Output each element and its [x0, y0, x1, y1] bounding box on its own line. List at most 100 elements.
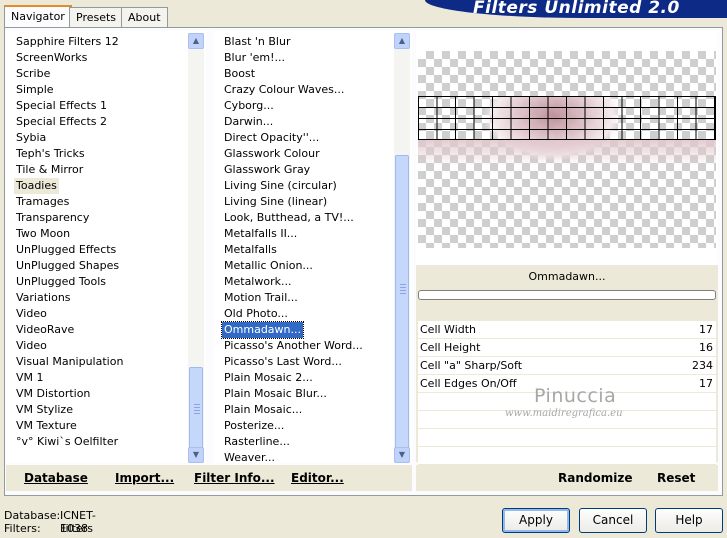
param-value[interactable]: 16: [699, 339, 713, 357]
list-item[interactable]: Look, Butthead, a TV!...: [222, 210, 356, 226]
param-row-empty: [418, 447, 716, 465]
list-item[interactable]: Metalfalls II...: [222, 226, 299, 242]
list-item[interactable]: Motion Trail...: [222, 290, 300, 306]
list-item[interactable]: °v° Kiwi`s Oelfilter: [14, 434, 120, 450]
list-item[interactable]: Boost: [222, 66, 257, 82]
list-item[interactable]: Sapphire Filters 12: [14, 34, 121, 50]
list-item[interactable]: Darwin...: [222, 114, 275, 130]
scroll-thumb[interactable]: [189, 367, 203, 451]
editor-button[interactable]: Editor...: [291, 465, 344, 491]
list-item[interactable]: Old Photo...: [222, 306, 290, 322]
tab-about[interactable]: About: [121, 7, 168, 27]
tab-presets[interactable]: Presets: [69, 7, 124, 27]
list-item[interactable]: Glasswork Colour: [222, 146, 322, 162]
scroll-up-icon[interactable]: ▲: [394, 33, 410, 49]
param-row[interactable]: Cell Width 17: [418, 321, 716, 339]
scroll-down-icon[interactable]: ▼: [188, 447, 204, 463]
param-row[interactable]: Cell "a" Sharp/Soft 234: [418, 357, 716, 375]
list-item[interactable]: Ommadawn...: [220, 321, 305, 339]
list-item[interactable]: Metalwork...: [222, 274, 293, 290]
right-toolbar: Randomize Reset: [416, 465, 718, 491]
database-button[interactable]: Database: [24, 465, 88, 491]
watermark-name: Pinuccia: [534, 385, 617, 407]
list-item[interactable]: Living Sine (linear): [222, 194, 329, 210]
list-item[interactable]: UnPlugged Tools: [14, 274, 108, 290]
reset-button[interactable]: Reset: [657, 465, 695, 491]
list-item[interactable]: VideoRave: [14, 322, 76, 338]
param-row-empty: [418, 429, 716, 447]
scroll-down-icon[interactable]: ▼: [394, 447, 410, 463]
watermark-url: www.maidiregrafica.eu: [505, 408, 623, 419]
param-value[interactable]: 17: [699, 375, 713, 393]
list-item[interactable]: Direct Opacity''...: [222, 130, 321, 146]
scroll-up-icon[interactable]: ▲: [188, 33, 204, 49]
list-item[interactable]: Variations: [14, 290, 73, 306]
list-item[interactable]: Special Effects 1: [14, 98, 109, 114]
list-item[interactable]: ScreenWorks: [14, 50, 89, 66]
progress-bar: [418, 290, 716, 300]
category-scrollbar[interactable]: ▲ ▼: [188, 33, 204, 463]
list-item[interactable]: Blast 'n Blur: [222, 34, 292, 50]
list-item[interactable]: Metalfalls: [222, 242, 279, 258]
list-item[interactable]: Simple: [14, 82, 56, 98]
param-label: Cell Height: [420, 341, 481, 354]
filter-list[interactable]: Blast 'n Blur Blur 'em!... Boost Crazy Colo…: [214, 31, 412, 466]
list-item[interactable]: Visual Manipulation: [14, 354, 125, 370]
list-item[interactable]: Picasso's Another Word...: [222, 338, 365, 354]
list-item[interactable]: Special Effects 2: [14, 114, 109, 130]
param-value[interactable]: 17: [699, 321, 713, 339]
list-item[interactable]: Picasso's Last Word...: [222, 354, 344, 370]
import-button[interactable]: Import...: [115, 465, 174, 491]
list-item[interactable]: Teph's Tricks: [14, 146, 87, 162]
list-item[interactable]: Video: [14, 338, 49, 354]
category-list[interactable]: Sapphire Filters 12 ScreenWorks Scribe Simp…: [6, 31, 206, 463]
tab-label: About: [128, 11, 161, 24]
list-item[interactable]: Living Sine (circular): [222, 178, 339, 194]
list-item[interactable]: VM 1: [14, 370, 46, 386]
list-item[interactable]: Transparency: [14, 210, 91, 226]
param-label: Cell Width: [420, 323, 477, 336]
list-item[interactable]: Posterize...: [222, 418, 286, 434]
list-item[interactable]: VM Stylize: [14, 402, 75, 418]
list-item[interactable]: Crazy Colour Waves...: [222, 82, 346, 98]
preview-image: [418, 51, 716, 248]
list-item[interactable]: UnPlugged Effects: [14, 242, 118, 258]
list-item[interactable]: VM Distortion: [14, 386, 92, 402]
param-value[interactable]: 234: [692, 357, 713, 375]
list-item[interactable]: Metallic Onion...: [222, 258, 315, 274]
list-item[interactable]: Scribe: [14, 66, 52, 82]
app-title: Filters Unlimited 2.0: [473, 0, 680, 18]
cancel-button[interactable]: Cancel: [579, 508, 647, 533]
help-button[interactable]: Help: [655, 508, 723, 533]
list-item[interactable]: Glasswork Gray: [222, 162, 312, 178]
list-item[interactable]: Toadies: [14, 178, 59, 194]
list-item[interactable]: Tile & Mirror: [14, 162, 85, 178]
param-label: Cell "a" Sharp/Soft: [420, 359, 523, 372]
list-item[interactable]: Plain Mosaic Blur...: [222, 386, 329, 402]
param-row[interactable]: Cell Height 16: [418, 339, 716, 357]
list-item[interactable]: Plain Mosaic...: [222, 402, 304, 418]
list-item[interactable]: Rasterline...: [222, 434, 292, 450]
list-item[interactable]: Weaver...: [222, 450, 277, 466]
list-item[interactable]: Plain Mosaic 2...: [222, 370, 315, 386]
param-label: Cell Edges On/Off: [420, 377, 517, 390]
list-item[interactable]: VM Texture: [14, 418, 79, 434]
app-banner: Filters Unlimited 2.0: [425, 0, 727, 18]
tab-label: Navigator: [11, 10, 65, 23]
filter-info-button[interactable]: Filter Info...: [194, 465, 275, 491]
tab-label: Presets: [76, 11, 117, 24]
list-item[interactable]: UnPlugged Shapes: [14, 258, 121, 274]
filter-scrollbar[interactable]: ▲ ▼: [394, 33, 410, 463]
scroll-thumb[interactable]: [395, 155, 409, 455]
list-item[interactable]: Sybia: [14, 130, 48, 146]
filter-name-label: Ommadawn...: [418, 268, 716, 286]
list-item[interactable]: Two Moon: [14, 226, 72, 242]
list-item[interactable]: Video: [14, 306, 49, 322]
list-item[interactable]: Cyborg...: [222, 98, 276, 114]
list-item[interactable]: Tramages: [14, 194, 71, 210]
apply-button[interactable]: Apply: [502, 508, 570, 533]
left-toolbar: Database Import... Filter Info... Editor…: [6, 465, 412, 491]
randomize-button[interactable]: Randomize: [558, 465, 632, 491]
list-item[interactable]: Blur 'em!...: [222, 50, 287, 66]
tab-navigator[interactable]: Navigator: [4, 5, 72, 28]
